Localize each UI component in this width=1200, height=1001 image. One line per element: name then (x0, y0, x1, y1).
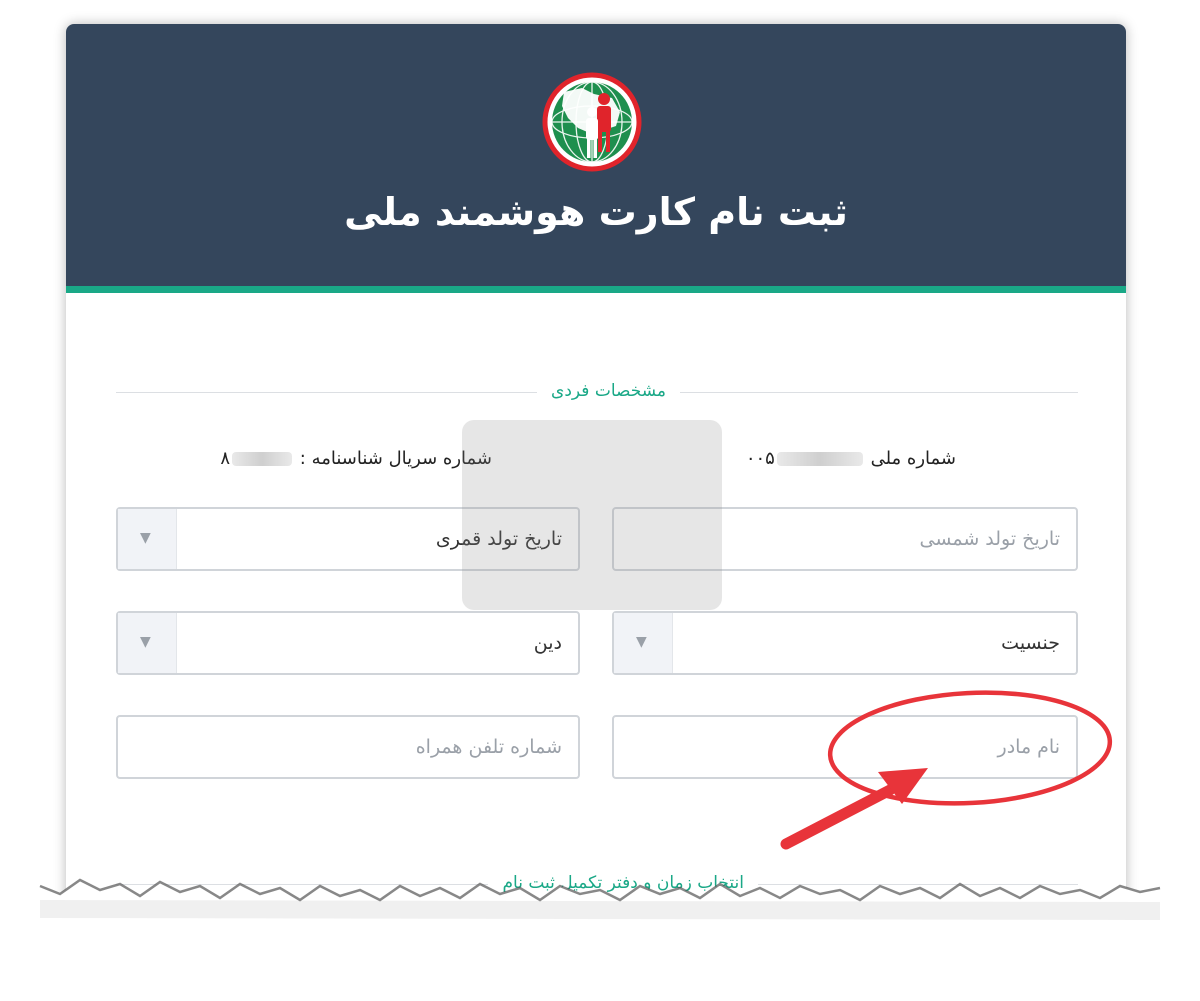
mother-name-placeholder: نام مادر (997, 736, 1060, 758)
birth-date-shamsi-placeholder: تاریخ تولد شمسی (919, 528, 1060, 550)
triangle-down-icon: ▼ (140, 530, 151, 546)
gender-label: جنسیت (1001, 632, 1060, 654)
religion-label: دین (533, 632, 562, 654)
serial-number-info: شماره سریال شناسنامه : ۸ (220, 448, 492, 469)
gender-select[interactable]: ▼ جنسیت (612, 611, 1078, 675)
header-accent-stripe (66, 286, 1126, 293)
dropdown-toggle[interactable]: ▼ (118, 509, 177, 569)
serial-number-masked (232, 452, 293, 466)
section-title-personal: مشخصات فردی (537, 381, 680, 401)
mobile-phone-input[interactable]: شماره تلفن همراه (116, 715, 580, 779)
mother-name-input[interactable]: نام مادر (612, 715, 1078, 779)
national-code-label: شماره ملی (870, 448, 956, 469)
torn-edge-decoration (0, 878, 1200, 1001)
national-code-masked (776, 452, 863, 466)
dropdown-toggle[interactable]: ▼ (614, 613, 673, 673)
national-code-value: ۰۰۵ (745, 448, 775, 469)
page-title: ثبت نام کارت هوشمند ملی (344, 190, 848, 234)
religion-select[interactable]: ▼ دین (116, 611, 580, 675)
triangle-down-icon: ▼ (636, 634, 647, 650)
dropdown-toggle[interactable]: ▼ (118, 613, 177, 673)
watermark-logo (462, 420, 722, 610)
header: ثبت نام کارت هوشمند ملی (66, 24, 1126, 286)
national-id-logo-icon (542, 72, 642, 172)
serial-number-value: ۸ (220, 448, 231, 469)
triangle-down-icon: ▼ (140, 634, 151, 650)
national-code-info: شماره ملی ۰۰۵ (746, 448, 956, 469)
mobile-phone-placeholder: شماره تلفن همراه (415, 736, 562, 758)
